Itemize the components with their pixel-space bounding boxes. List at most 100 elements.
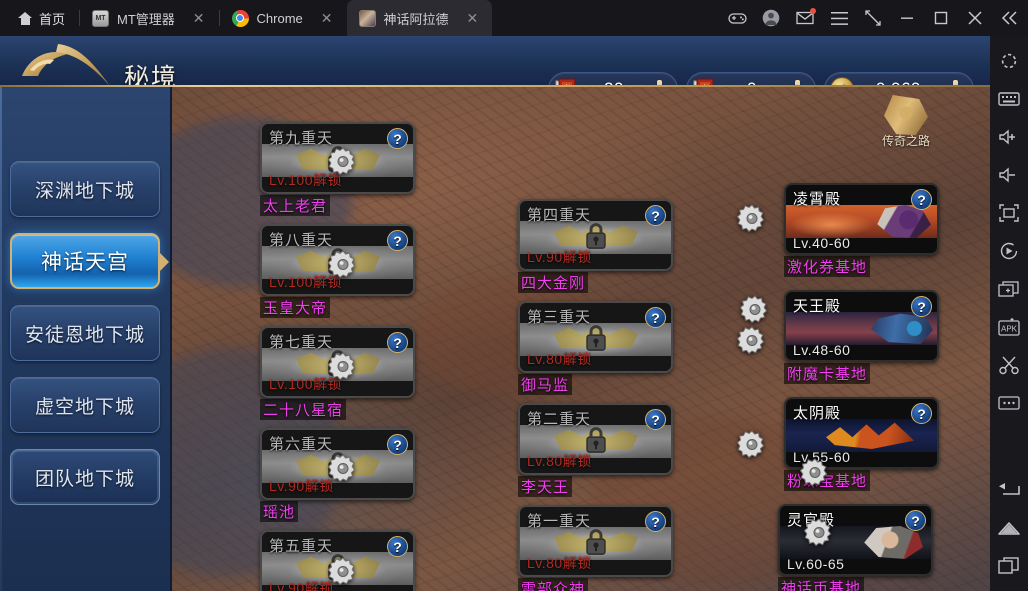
map-node-gear-icon[interactable] [737, 430, 767, 460]
help-icon[interactable]: ? [645, 511, 666, 532]
tabbar-spacer [492, 0, 720, 36]
help-icon[interactable]: ? [387, 332, 408, 353]
volume-up-icon[interactable] [990, 118, 1028, 156]
help-icon[interactable]: ? [645, 409, 666, 430]
help-icon[interactable]: ? [387, 536, 408, 557]
help-icon[interactable]: ? [911, 403, 932, 424]
dungeon-card-frame: 凌霄殿 Lv.40-60 ? [784, 183, 939, 255]
dungeon-card-frame: 第二重天 Lv.80解锁 ? [518, 403, 673, 475]
multi-instance-icon[interactable] [990, 270, 1028, 308]
minimize-icon[interactable] [890, 0, 924, 36]
sidebar-item-abyss[interactable]: 深渊地下城 [10, 161, 160, 217]
dungeon-card-boss: 瑶池 [260, 501, 299, 522]
dungeon-card-art [786, 312, 937, 345]
dungeon-card[interactable]: 第一重天 Lv.80解锁 ? 雷部众神 [518, 505, 673, 591]
mail-icon[interactable] [788, 0, 822, 36]
dungeon-card-art [780, 526, 931, 559]
account-icon[interactable] [754, 0, 788, 36]
dungeon-card-level: Lv.90解锁 [269, 580, 334, 591]
volume-down-icon[interactable] [990, 156, 1028, 194]
fullscreen-icon[interactable] [990, 194, 1028, 232]
dungeon-card[interactable]: 灵官殿 Lv.60-65 ? 神话币基地 [778, 504, 933, 591]
map-node-gear-icon[interactable] [328, 250, 358, 280]
lock-icon [584, 324, 608, 352]
dungeon-card[interactable]: 凌霄殿 Lv.40-60 ? 激化券基地 [784, 183, 939, 277]
help-icon[interactable]: ? [387, 434, 408, 455]
restore-icon[interactable] [856, 0, 890, 36]
tab-mt-manager[interactable]: MT MT管理器 ✕ [80, 0, 219, 36]
more-icon[interactable] [990, 384, 1028, 422]
close-icon[interactable] [958, 0, 992, 36]
dungeon-card-title: 太阴殿 [793, 405, 842, 422]
tab-game[interactable]: 神话阿拉德 ✕ [346, 0, 493, 36]
dungeon-card-boss: 二十八星宿 [260, 399, 347, 420]
dungeon-card-title: 第七重天 [269, 334, 334, 351]
dungeon-card-boss: 玉皇大帝 [260, 297, 331, 318]
map-node-gear-icon[interactable] [328, 147, 358, 177]
help-icon[interactable]: ? [905, 510, 926, 531]
dungeon-card[interactable]: 第三重天 Lv.80解锁 ? 御马监 [518, 301, 673, 395]
map-node-gear-icon[interactable] [740, 295, 770, 325]
dungeon-card-frame: 第一重天 Lv.80解锁 ? [518, 505, 673, 577]
dungeon-card-title: 第四重天 [527, 207, 592, 224]
sidebar-item-myth-palace[interactable]: 神话天宫 [10, 233, 169, 289]
dungeon-card-level: Lv.80解锁 [527, 351, 592, 367]
home-tab[interactable]: 首页 [0, 0, 79, 36]
scissors-icon[interactable] [990, 346, 1028, 384]
map-node-gear-icon[interactable] [800, 458, 830, 488]
lock-icon [584, 222, 608, 250]
keyboard-icon[interactable] [990, 80, 1028, 118]
tab-close-icon[interactable]: ✕ [189, 11, 209, 25]
dungeon-map[interactable]: 传奇之路 第九重天 Lv.100解锁 ? 太上老君 第八重天 Lv.100解锁 … [172, 87, 990, 591]
home-icon[interactable] [990, 509, 1028, 547]
sidebar-item-anton[interactable]: 安徒恩地下城 [10, 305, 160, 361]
dungeon-card-boss: 太上老君 [260, 195, 331, 216]
lock-icon [584, 426, 608, 454]
collapse-sidebar-icon[interactable] [992, 0, 1026, 36]
map-node-gear-icon[interactable] [328, 557, 358, 587]
dungeon-card-boss: 四大金刚 [518, 272, 589, 293]
dungeon-card-level: Lv.48-60 [793, 342, 851, 358]
window-controls [720, 0, 1028, 36]
rotate-icon[interactable] [990, 232, 1028, 270]
maximize-icon[interactable] [924, 0, 958, 36]
help-icon[interactable]: ? [387, 230, 408, 251]
apk-install-icon[interactable]: APK [990, 308, 1028, 346]
help-icon[interactable]: ? [387, 128, 408, 149]
mail-badge-dot [810, 8, 816, 14]
dungeon-card-boss: 激化券基地 [784, 256, 871, 277]
home-tab-label: 首页 [39, 11, 66, 27]
map-node-gear-icon[interactable] [737, 204, 767, 234]
dungeon-card-level: Lv.40-60 [793, 235, 851, 251]
help-icon[interactable]: ? [645, 205, 666, 226]
emulator-sidebar: APK [990, 36, 1028, 591]
dungeon-card-title: 第三重天 [527, 309, 592, 326]
tab-close-icon[interactable]: ✕ [463, 11, 483, 25]
recents-icon[interactable] [990, 547, 1028, 585]
help-icon[interactable]: ? [911, 296, 932, 317]
sidebar-item-void[interactable]: 虚空地下城 [10, 377, 160, 433]
dungeon-card[interactable]: 天王殿 Lv.48-60 ? 附魔卡基地 [784, 290, 939, 384]
sidebar-item-label: 深渊地下城 [34, 180, 135, 202]
dungeon-card-title: 天王殿 [793, 298, 842, 315]
help-icon[interactable]: ? [645, 307, 666, 328]
map-node-gear-icon[interactable] [737, 326, 767, 356]
svg-text:APK: APK [1001, 324, 1018, 333]
map-node-gear-icon[interactable] [328, 454, 358, 484]
sidebar-item-raid[interactable]: 团队地下城 [10, 449, 160, 505]
dungeon-card[interactable]: 第二重天 Lv.80解锁 ? 李天王 [518, 403, 673, 497]
dungeon-card[interactable]: 第四重天 Lv.90解锁 ? 四大金刚 [518, 199, 673, 293]
tab-chrome[interactable]: Chrome ✕ [220, 0, 347, 36]
map-node-gear-icon[interactable] [328, 352, 358, 382]
gamepad-icon[interactable] [720, 0, 754, 36]
dungeon-card-boss: 神话币基地 [778, 577, 865, 591]
legend-route[interactable]: 传奇之路 [862, 95, 950, 149]
menu-icon[interactable] [822, 0, 856, 36]
settings-icon[interactable] [990, 42, 1028, 80]
map-node-gear-icon[interactable] [804, 518, 834, 548]
help-icon[interactable]: ? [911, 189, 932, 210]
dungeon-card-title: 第九重天 [269, 130, 334, 147]
dungeon-card-frame: 天王殿 Lv.48-60 ? [784, 290, 939, 362]
back-icon[interactable] [990, 471, 1028, 509]
tab-close-icon[interactable]: ✕ [317, 11, 337, 25]
